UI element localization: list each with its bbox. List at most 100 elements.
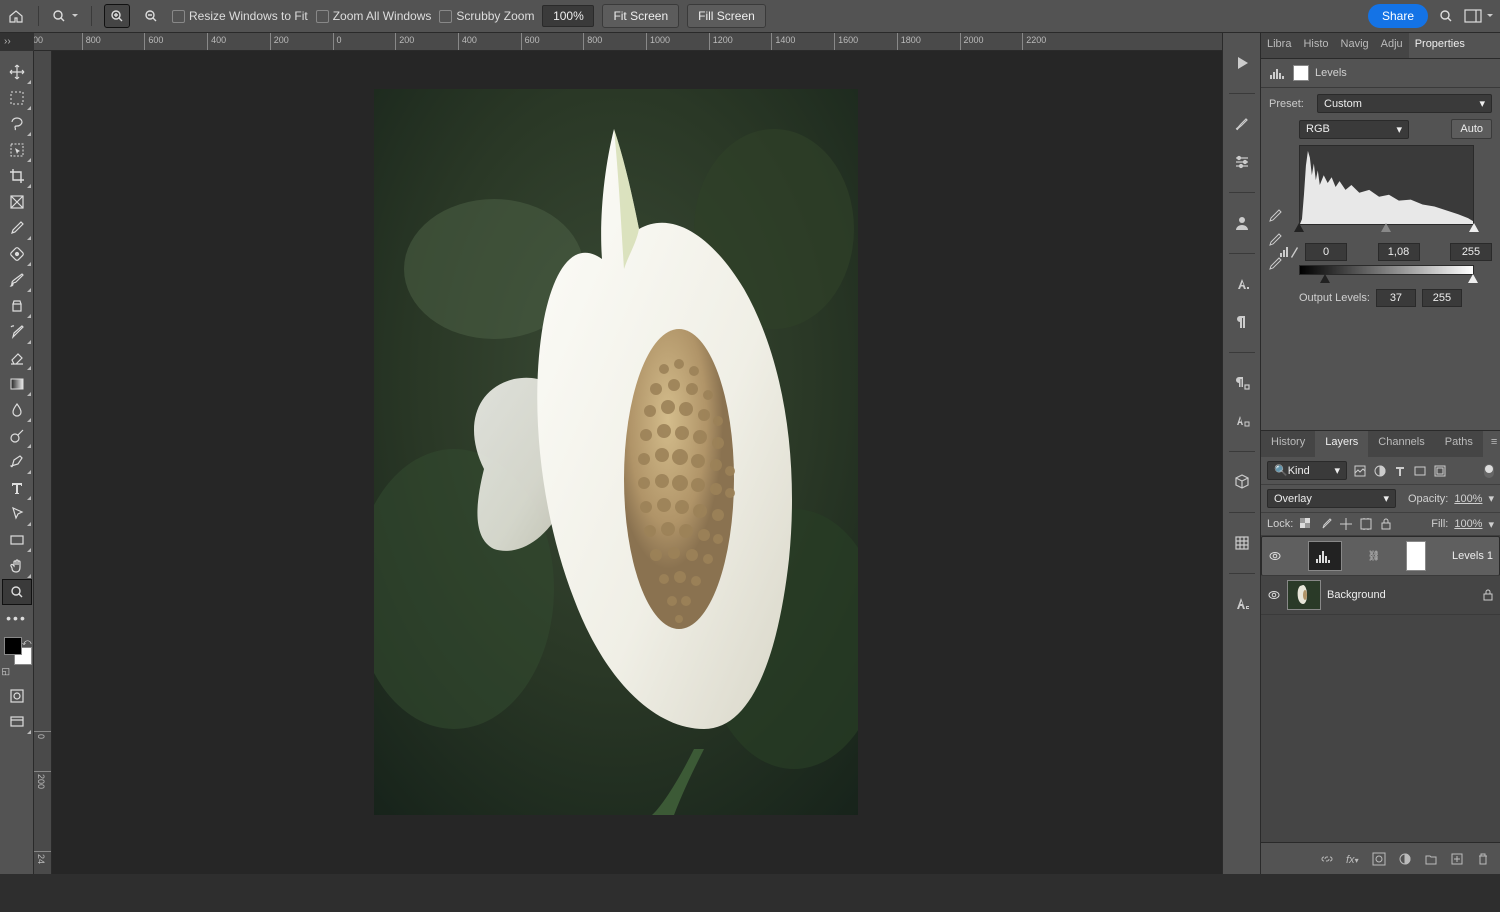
eyedropper-tool[interactable] [2,215,32,241]
zoom-in-button[interactable] [104,4,130,28]
tool-preset[interactable] [51,8,79,24]
mask-icon[interactable] [1372,852,1386,866]
resize-windows-checkbox[interactable] [172,10,185,23]
object-select-tool[interactable] [2,137,32,163]
zoom-tool[interactable] [2,579,32,605]
dodge-tool[interactable] [2,423,32,449]
person-icon[interactable] [1230,211,1254,235]
paragraph-icon[interactable] [1230,310,1254,334]
link-layers-icon[interactable] [1320,852,1334,866]
panel-menu-icon[interactable]: ≡ [1483,431,1500,457]
output-gradient[interactable] [1299,265,1474,275]
quick-mask-button[interactable] [2,683,32,709]
glyphs-icon[interactable] [1230,592,1254,616]
tab-properties[interactable]: Properties [1409,33,1471,58]
black-eyedropper-icon[interactable] [1267,208,1283,224]
type-tool[interactable] [2,475,32,501]
spot-heal-tool[interactable] [2,241,32,267]
play-icon[interactable] [1230,51,1254,75]
char-styles-icon[interactable] [1230,409,1254,433]
filter-shape-icon[interactable] [1413,464,1427,478]
tab-layers[interactable]: Layers [1315,431,1368,457]
tab-navigator[interactable]: Navig [1335,33,1375,58]
output-black-input[interactable]: 37 [1376,289,1416,307]
hand-tool[interactable] [2,553,32,579]
output-white-input[interactable]: 255 [1422,289,1462,307]
layer-name[interactable]: Levels 1 [1452,550,1493,562]
brushes-icon[interactable] [1230,112,1254,136]
gradient-tool[interactable] [2,371,32,397]
mask-thumb-icon[interactable] [1293,65,1309,81]
tab-paths[interactable]: Paths [1435,431,1483,457]
filter-type-icon[interactable] [1393,464,1407,478]
grid-icon[interactable] [1230,531,1254,555]
scrubby-zoom-checkbox[interactable] [439,10,452,23]
history-brush-tool[interactable] [2,319,32,345]
eraser-tool[interactable] [2,345,32,371]
zoom-value-input[interactable]: 100% [542,5,594,27]
lock-pixels-icon[interactable] [1319,517,1333,531]
layer-thumbnail[interactable] [1287,580,1321,610]
layer-row[interactable]: Background [1261,576,1500,615]
screen-mode-button[interactable] [2,709,32,735]
lock-position-icon[interactable] [1339,517,1353,531]
move-tool[interactable] [2,59,32,85]
tab-history[interactable]: History [1261,431,1315,457]
channel-select[interactable]: RGB▾ [1299,120,1409,139]
new-layer-icon[interactable] [1450,852,1464,866]
collapse-left-icon[interactable]: ›› [4,36,11,47]
fill-value[interactable]: 100% [1454,518,1482,530]
histogram[interactable] [1299,145,1474,225]
fit-screen-button[interactable]: Fit Screen [602,4,679,28]
search-icon[interactable] [1436,6,1456,26]
rect-marquee-tool[interactable] [2,85,32,111]
rectangle-tool[interactable] [2,527,32,553]
zoom-out-button[interactable] [138,4,164,28]
group-icon[interactable] [1424,852,1438,866]
preset-select[interactable]: Custom▾ [1317,94,1492,113]
tab-adjustments[interactable]: Adju [1375,33,1409,58]
workspace-switcher[interactable] [1464,9,1494,23]
input-slider[interactable] [1299,223,1474,233]
layer-mask-thumbnail[interactable] [1406,541,1426,571]
tab-channels[interactable]: Channels [1368,431,1434,457]
character-icon[interactable] [1230,272,1254,296]
lock-artboard-icon[interactable] [1359,517,1373,531]
filter-toggle[interactable] [1484,464,1494,478]
lock-trans-icon[interactable] [1299,517,1313,531]
adjustments-icon[interactable] [1230,150,1254,174]
crop-tool[interactable] [2,163,32,189]
canvas-area[interactable] [52,51,1260,912]
adjustment-layer-icon[interactable] [1398,852,1412,866]
filter-pixel-icon[interactable] [1353,464,1367,478]
gray-eyedropper-icon[interactable] [1267,232,1283,248]
foreground-color[interactable] [4,637,22,655]
blend-mode-select[interactable]: Overlay▾ [1267,489,1396,508]
tab-library[interactable]: Libra [1261,33,1297,58]
visibility-toggle[interactable] [1268,549,1282,563]
layer-thumbnail[interactable] [1308,541,1342,571]
fill-screen-button[interactable]: Fill Screen [687,4,766,28]
opacity-value[interactable]: 100% [1454,493,1482,505]
fx-icon[interactable]: fx▾ [1346,852,1360,866]
brush-tool[interactable] [2,267,32,293]
home-icon[interactable] [6,6,26,26]
path-select-tool[interactable] [2,501,32,527]
visibility-toggle[interactable] [1267,588,1281,602]
lasso-tool[interactable] [2,111,32,137]
cube-icon[interactable] [1230,470,1254,494]
clone-tool[interactable] [2,293,32,319]
frame-tool[interactable] [2,189,32,215]
layer-row[interactable]: ⛓ Levels 1 [1261,536,1500,576]
input-white-input[interactable]: 255 [1450,243,1492,261]
edit-toolbar[interactable]: ••• [2,605,32,631]
lock-all-icon[interactable] [1379,517,1393,531]
paragraph-styles-icon[interactable] [1230,371,1254,395]
layer-name[interactable]: Background [1327,589,1386,601]
layer-filter-select[interactable]: 🔍 Kind▾ [1267,461,1347,480]
input-black-input[interactable]: 0 [1305,243,1347,261]
filter-smart-icon[interactable] [1433,464,1447,478]
lock-icon[interactable] [1482,589,1494,601]
input-gamma-input[interactable]: 1,08 [1378,243,1420,261]
blur-tool[interactable] [2,397,32,423]
